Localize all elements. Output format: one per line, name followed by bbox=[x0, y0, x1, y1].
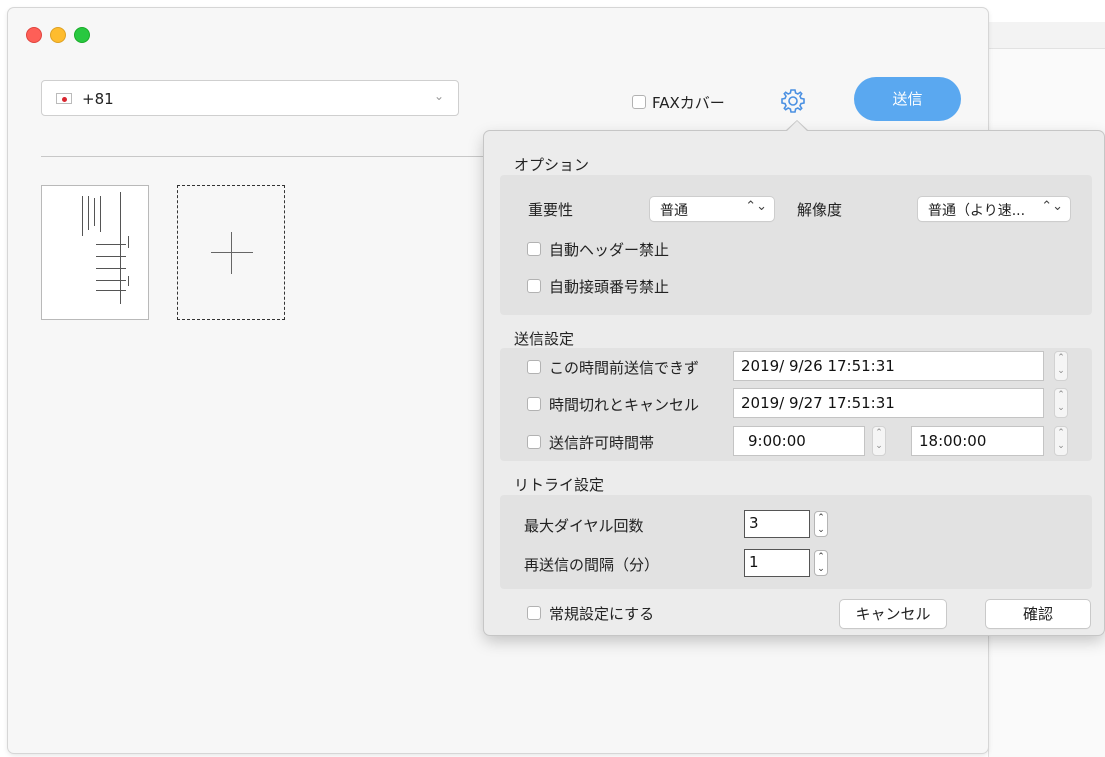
resolution-value: 普通（より速... bbox=[928, 203, 1026, 219]
cancel-after-label: 時間切れとキャンセル bbox=[549, 396, 700, 414]
checkbox[interactable] bbox=[527, 397, 541, 411]
retry-interval-value: 1 bbox=[749, 553, 759, 571]
chevron-down-icon: ⌄ bbox=[433, 89, 444, 103]
fax-cover-label: FAXカバー bbox=[652, 94, 725, 112]
not-before-stepper[interactable]: ⌃ ⌄ bbox=[1054, 351, 1068, 381]
send-settings-group: この時間前送信できず 2019/ 9/26 17:51:31 ⌃ ⌄ 時間切れとキ… bbox=[500, 348, 1092, 461]
country-code-value: +81 bbox=[82, 90, 114, 108]
allowed-start-time-field[interactable]: 9:00:00 bbox=[733, 426, 865, 456]
close-window-button[interactable] bbox=[26, 27, 42, 43]
resolution-label: 解像度 bbox=[797, 201, 843, 219]
maximize-window-button[interactable] bbox=[74, 27, 90, 43]
confirm-button[interactable]: 確認 bbox=[986, 600, 1090, 628]
options-popover: オプション 重要性 普通 ⌃⌄ 解像度 普通（より速... ⌃⌄ 自動ヘッダー禁… bbox=[484, 120, 1104, 635]
gear-icon[interactable] bbox=[779, 87, 807, 115]
allowed-end-time-field[interactable]: 18:00:00 bbox=[911, 426, 1044, 456]
retry-interval-field[interactable]: 1 bbox=[744, 549, 810, 577]
cancel-after-stepper[interactable]: ⌃ ⌄ bbox=[1054, 388, 1068, 418]
importance-label: 重要性 bbox=[528, 201, 574, 219]
checkbox[interactable] bbox=[527, 360, 541, 374]
send-settings-title: 送信設定 bbox=[514, 330, 575, 348]
options-group: 重要性 普通 ⌃⌄ 解像度 普通（より速... ⌃⌄ 自動ヘッダー禁止 自動接頭… bbox=[500, 175, 1092, 315]
max-dial-field[interactable]: 3 bbox=[744, 510, 810, 538]
country-code-select[interactable]: +81 ⌄ bbox=[41, 80, 459, 116]
plus-icon bbox=[211, 252, 253, 253]
page-thumbnail[interactable] bbox=[41, 185, 149, 320]
not-before-datetime-field[interactable]: 2019/ 9/26 17:51:31 bbox=[733, 351, 1044, 381]
allowed-end-stepper[interactable]: ⌃ ⌄ bbox=[1054, 426, 1068, 456]
not-before-label: この時間前送信できず bbox=[549, 359, 700, 377]
checkbox[interactable] bbox=[527, 606, 541, 620]
retry-interval-label: 再送信の間隔（分） bbox=[524, 556, 660, 574]
cancel-after-value: 2019/ 9/27 17:51:31 bbox=[741, 394, 895, 412]
allowed-end-value: 18:00:00 bbox=[919, 432, 987, 450]
allowed-start-value: 9:00:00 bbox=[748, 432, 806, 450]
popover-arrow bbox=[785, 120, 809, 132]
checkbox[interactable] bbox=[527, 279, 541, 293]
checkbox[interactable] bbox=[527, 435, 541, 449]
updown-chevron-icon: ⌃⌄ bbox=[745, 199, 767, 214]
allowed-window-label: 送信許可時間帯 bbox=[549, 434, 655, 452]
add-page-button[interactable] bbox=[177, 185, 285, 320]
max-dial-stepper[interactable]: ⌃ ⌄ bbox=[814, 511, 828, 537]
make-default-label: 常規設定にする bbox=[549, 605, 655, 623]
not-before-value: 2019/ 9/26 17:51:31 bbox=[741, 357, 895, 375]
retry-settings-title: リトライ設定 bbox=[514, 476, 605, 494]
minimize-window-button[interactable] bbox=[50, 27, 66, 43]
updown-chevron-icon: ⌃⌄ bbox=[1041, 199, 1063, 214]
options-section-title: オプション bbox=[514, 156, 590, 174]
background-window-titlebar bbox=[989, 22, 1105, 49]
resolution-select[interactable]: 普通（より速... ⌃⌄ bbox=[918, 197, 1070, 221]
send-button[interactable]: 送信 bbox=[854, 77, 961, 121]
japan-flag-icon bbox=[56, 93, 72, 104]
retry-interval-stepper[interactable]: ⌃ ⌄ bbox=[814, 550, 828, 576]
no-auto-header-label: 自動ヘッダー禁止 bbox=[549, 241, 670, 259]
checkbox[interactable] bbox=[632, 95, 646, 109]
max-dial-label: 最大ダイヤル回数 bbox=[524, 517, 644, 535]
max-dial-value: 3 bbox=[749, 514, 759, 532]
checkbox[interactable] bbox=[527, 242, 541, 256]
importance-select[interactable]: 普通 ⌃⌄ bbox=[650, 197, 774, 221]
allowed-start-stepper[interactable]: ⌃ ⌄ bbox=[872, 426, 886, 456]
no-auto-prefix-label: 自動接頭番号禁止 bbox=[549, 278, 670, 296]
importance-value: 普通 bbox=[660, 203, 688, 219]
retry-settings-group: 最大ダイヤル回数 3 ⌃ ⌄ 再送信の間隔（分） 1 ⌃ ⌄ bbox=[500, 495, 1092, 589]
cancel-button[interactable]: キャンセル bbox=[840, 600, 946, 628]
cancel-after-datetime-field[interactable]: 2019/ 9/27 17:51:31 bbox=[733, 388, 1044, 418]
divider bbox=[41, 156, 501, 157]
